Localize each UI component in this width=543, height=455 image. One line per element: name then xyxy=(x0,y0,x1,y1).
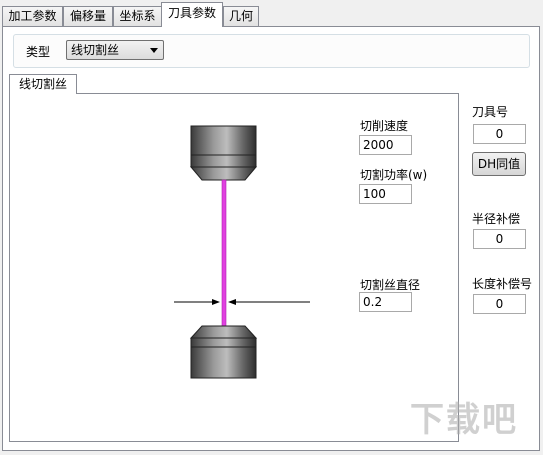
tool-number-input[interactable]: 0 xyxy=(473,124,526,144)
cut-power-label: 切割功率(w) xyxy=(360,168,428,182)
upper-guide-icon xyxy=(189,125,258,181)
cut-speed-input[interactable]: 2000 xyxy=(359,135,412,155)
tool-number-label: 刀具号 xyxy=(472,105,509,119)
dh-same-value-button[interactable]: DH同值 xyxy=(472,152,526,176)
watermark-logo: 下载吧 xyxy=(410,400,518,440)
tab-wire-cut[interactable]: 线切割丝 xyxy=(9,74,77,94)
wire-diameter-label: 切割丝直径 xyxy=(360,278,421,292)
tab-tool-params[interactable]: 刀具参数 xyxy=(161,2,223,27)
lower-guide-icon xyxy=(189,325,258,379)
tab-machining-params[interactable]: 加工参数 xyxy=(2,6,63,26)
length-comp-input[interactable]: 0 xyxy=(473,294,526,314)
type-select[interactable]: 线切割丝 xyxy=(66,40,164,60)
tab-offset[interactable]: 偏移量 xyxy=(63,6,113,26)
cut-power-input[interactable]: 100 xyxy=(359,184,412,204)
tab-geometry[interactable]: 几何 xyxy=(223,6,259,26)
cutting-wire xyxy=(221,179,227,327)
length-comp-label: 长度补偿号 xyxy=(472,277,533,291)
wire-cut-diagram xyxy=(174,125,310,379)
wire-diameter-input[interactable]: 0.2 xyxy=(359,292,412,312)
radius-comp-input[interactable]: 0 xyxy=(473,229,526,249)
chevron-down-icon xyxy=(150,48,158,53)
cut-speed-label: 切削速度 xyxy=(360,119,409,133)
type-label: 类型 xyxy=(26,45,51,59)
radius-comp-label: 半径补偿 xyxy=(472,212,521,226)
tab-coordinate-system[interactable]: 坐标系 xyxy=(113,6,162,26)
type-select-value: 线切割丝 xyxy=(71,43,120,57)
diameter-arrows-icon xyxy=(174,299,310,305)
